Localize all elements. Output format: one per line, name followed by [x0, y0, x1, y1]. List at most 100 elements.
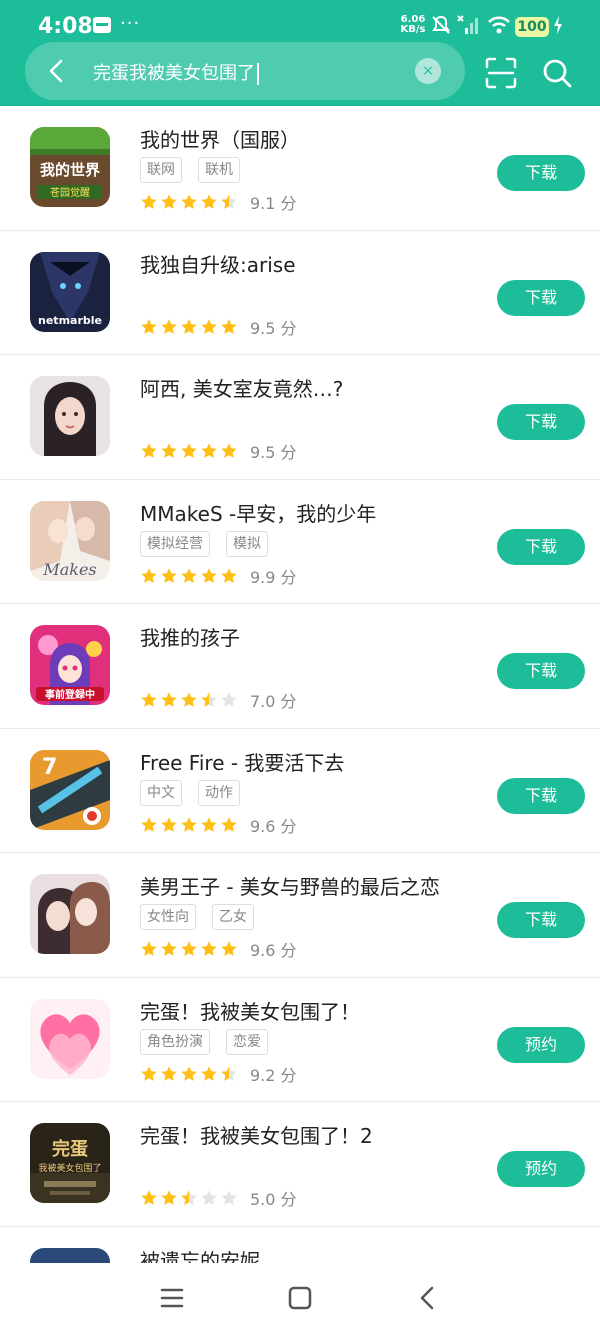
score-text: 9.6 分	[250, 816, 297, 836]
system-nav-bar	[0, 1263, 600, 1333]
clear-search-button[interactable]: ×	[415, 58, 441, 84]
star-icon	[160, 193, 178, 211]
app-tag: 女性向	[140, 904, 196, 930]
app-row[interactable]: 事前登録中 我推的孩子 7.0 分 下载	[0, 604, 600, 729]
star-icon	[160, 567, 178, 585]
heart-icon[interactable]	[30, 998, 110, 1079]
app-name[interactable]: 完蛋！我被美女包围了！	[140, 996, 360, 1025]
mmakes-icon[interactable]: Makes	[30, 500, 110, 581]
app-tag: 乙女	[212, 904, 254, 930]
back-arrow-icon[interactable]	[39, 53, 75, 89]
rating: 9.1 分	[140, 190, 297, 214]
app-name[interactable]: 阿西, 美女室友竟然…?	[140, 373, 343, 402]
score-text: 9.5 分	[250, 443, 297, 462]
star-icon	[200, 1065, 218, 1083]
scan-icon[interactable]	[484, 56, 518, 90]
download-button[interactable]: 下载	[497, 902, 585, 938]
home-icon[interactable]	[284, 1282, 316, 1314]
app-name[interactable]: MMakeS -早安，我的少年	[140, 498, 376, 527]
star-icon	[160, 442, 178, 460]
svg-text:我被美女包围了: 我被美女包围了	[38, 1162, 101, 1174]
solo-leveling-icon[interactable]: netmarble	[30, 251, 110, 332]
app-row[interactable]: 阿西, 美女室友竟然…? 9.5 分 下载	[0, 355, 600, 480]
annie-icon[interactable]	[30, 1247, 110, 1263]
app-name[interactable]: Free Fire - 我要活下去	[140, 747, 344, 776]
app-row[interactable]: 我的世界 苍园觉醒 我的世界（国服） 联网 联机 9.1 分 下载	[0, 106, 600, 231]
sequel-icon[interactable]: 完蛋 我被美女包围了	[30, 1123, 110, 1203]
star-icon	[180, 193, 198, 211]
star-icon	[140, 940, 158, 958]
star-icon	[180, 1065, 198, 1083]
prince-icon[interactable]	[30, 874, 110, 954]
download-button[interactable]: 下载	[497, 653, 585, 689]
star-icon	[160, 940, 178, 958]
app-tag: 模拟经营	[140, 530, 210, 557]
download-button[interactable]: 下载	[497, 155, 585, 191]
star-icon	[200, 567, 218, 585]
star-rating	[140, 442, 238, 460]
menu-icon[interactable]	[156, 1282, 188, 1314]
tag-list: 中文 动作	[140, 779, 240, 806]
app-row[interactable]: 7 Free Fire - 我要活下去 中文 动作 9.6 分 下载	[0, 729, 600, 853]
star-icon	[200, 691, 218, 709]
app-row[interactable]: netmarble 我独自升级:arise 9.5 分 下载	[0, 231, 600, 355]
app-row[interactable]: 被遗忘的安妮	[0, 1227, 600, 1264]
search-input[interactable]: 完蛋我被美女包围了	[93, 59, 259, 85]
app-name[interactable]: 我推的孩子	[140, 622, 240, 651]
app-name[interactable]: 我独自升级:arise	[140, 249, 296, 278]
download-button[interactable]: 下载	[497, 777, 585, 814]
search-icon[interactable]	[540, 56, 574, 90]
tag-list: 女性向 乙女	[140, 904, 254, 930]
rating: 5.0 分	[140, 1186, 297, 1210]
minecraft-icon[interactable]: 我的世界 苍园觉醒	[30, 127, 110, 207]
back-icon[interactable]	[412, 1282, 444, 1314]
star-icon	[140, 567, 158, 585]
tag-list: 联网 联机	[140, 157, 240, 183]
search-results-list[interactable]: 我的世界 苍园觉醒 我的世界（国服） 联网 联机 9.1 分下载 netmarble 我独自升…	[0, 106, 600, 1263]
search-bar[interactable]: 完蛋我被美女包围了 ×	[25, 42, 465, 100]
reserve-button[interactable]: 预约	[497, 1026, 585, 1063]
app-name[interactable]: 被遗忘的安妮	[140, 1245, 260, 1264]
star-icon	[140, 1189, 158, 1207]
app-tag: 联网	[140, 157, 182, 183]
app-name[interactable]: 完蛋！我被美女包围了！2	[140, 1120, 373, 1149]
svg-text:netmarble: netmarble	[38, 314, 102, 327]
free-fire-icon[interactable]: 7	[30, 749, 110, 830]
star-rating	[140, 1065, 238, 1083]
score-text: 9.2 分	[250, 1065, 297, 1085]
top-header: 4:08 ··· 6.06 KB/s 100 完蛋我被美女包围了 ×	[0, 0, 600, 106]
rating: 9.6 分	[140, 813, 297, 837]
app-name[interactable]: 我的世界（国服）	[140, 124, 300, 153]
reserve-button[interactable]: 预约	[497, 1151, 585, 1187]
star-icon	[140, 193, 158, 211]
svg-text:苍园觉醒: 苍园觉醒	[50, 186, 90, 199]
download-button[interactable]: 下载	[497, 528, 585, 565]
app-row[interactable]: 完蛋 我被美女包围了 完蛋！我被美女包围了！2 5.0 分 预约	[0, 1102, 600, 1227]
star-icon	[180, 816, 198, 834]
star-icon	[180, 567, 198, 585]
star-icon	[180, 442, 198, 460]
svg-text:7: 7	[42, 755, 57, 780]
app-row[interactable]: 美男王子 - 美女与野兽的最后之恋 女性向 乙女 9.6 分 下载	[0, 853, 600, 978]
star-icon	[200, 318, 218, 336]
app-row[interactable]: Makes MMakeS -早安，我的少年 模拟经营 模拟 9.9 分 下载	[0, 480, 600, 604]
score-text: 9.6 分	[250, 941, 297, 960]
star-icon	[200, 193, 218, 211]
rating: 9.6 分	[140, 937, 297, 961]
star-icon	[160, 691, 178, 709]
rating: 9.2 分	[140, 1062, 297, 1086]
star-icon	[180, 691, 198, 709]
rating: 9.5 分	[140, 315, 297, 339]
app-name[interactable]: 美男王子 - 美女与野兽的最后之恋	[140, 871, 440, 900]
star-icon	[160, 816, 178, 834]
download-button[interactable]: 下载	[497, 404, 585, 440]
oshi-no-ko-icon[interactable]: 事前登録中	[30, 625, 110, 705]
star-icon	[220, 816, 238, 834]
download-button[interactable]: 下载	[497, 279, 585, 316]
tag-list: 角色扮演 恋爱	[140, 1028, 268, 1055]
star-icon	[160, 1065, 178, 1083]
star-rating	[140, 318, 238, 336]
app-row[interactable]: 完蛋！我被美女包围了！ 角色扮演 恋爱 9.2 分 预约	[0, 978, 600, 1102]
rating: 9.9 分	[140, 564, 297, 588]
roommate-icon[interactable]	[30, 376, 110, 456]
